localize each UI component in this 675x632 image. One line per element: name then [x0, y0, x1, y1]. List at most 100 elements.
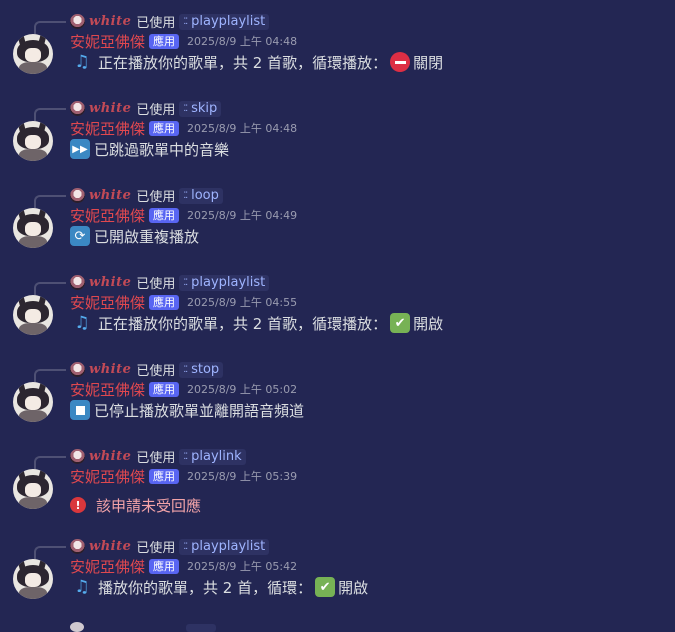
avatar[interactable] — [13, 559, 53, 599]
message-header: 安妮亞佛傑 應用 2025/8/9 上午 04:48 — [70, 31, 297, 51]
timestamp[interactable]: 2025/8/9 上午 04:49 — [187, 207, 297, 223]
reply-avatar[interactable] — [70, 101, 85, 116]
timestamp[interactable]: 2025/8/9 上午 04:55 — [187, 294, 297, 310]
reply-header[interactable]: white 已使用 ⁚⁚ skip — [70, 100, 222, 118]
timestamp[interactable]: 2025/8/9 上午 05:42 — [187, 558, 297, 574]
message-item[interactable]: white 已使用 ⁚⁚ loop 安妮亞佛傑 應用 2025/8/9 上午 04… — [0, 187, 675, 267]
slash-command[interactable]: ⁚⁚ playplaylist — [179, 274, 270, 291]
avatar[interactable] — [13, 121, 53, 161]
command-icon: ⁚⁚ — [183, 541, 188, 552]
no-entry-icon — [390, 52, 411, 72]
slash-command[interactable]: ⁚⁚ playplaylist — [179, 13, 270, 30]
slash-command[interactable]: ⁚⁚ loop — [179, 187, 223, 204]
timestamp[interactable]: 2025/8/9 上午 04:48 — [187, 33, 297, 49]
musical-notes-icon: ♫ — [74, 52, 90, 72]
app-badge: 應用 — [149, 381, 180, 397]
command-icon: ⁚⁚ — [183, 103, 188, 114]
reply-username[interactable]: white — [89, 275, 131, 290]
reply-username[interactable]: white — [89, 539, 131, 554]
app-badge: 應用 — [149, 207, 180, 223]
reply-username[interactable]: white — [89, 101, 131, 116]
message-item[interactable]: white 已使用 ⁚⁚ playplaylist 安妮亞佛傑 應用 2025/8… — [0, 13, 675, 93]
message-header: 安妮亞佛傑 應用 2025/8/9 上午 04:48 — [70, 118, 297, 138]
reply-header[interactable]: white 已使用 ⁚⁚ playplaylist — [70, 274, 270, 292]
reply-header[interactable]: white 已使用 ⁚⁚ playplaylist — [70, 13, 270, 31]
message-text: 已跳過歌單中的音樂 — [94, 140, 230, 159]
check-mark-icon: ✔ — [390, 313, 411, 333]
message-item[interactable]: white 已使用 ⁚⁚ playplaylist 安妮亞佛傑 應用 2025/8… — [0, 538, 675, 618]
reply-header[interactable]: white 已使用 ⁚⁚ playplaylist — [70, 538, 270, 556]
message-text: 正在播放你的歌單，共 2 首歌，循環播放： — [98, 314, 388, 333]
reply-avatar[interactable] — [70, 362, 85, 377]
avatar[interactable] — [13, 382, 53, 422]
command-icon: ⁚⁚ — [183, 364, 188, 375]
message-header: 安妮亞佛傑 應用 2025/8/9 上午 05:02 — [70, 379, 297, 399]
repeat-icon: ⟳ — [70, 226, 90, 246]
slash-command[interactable]: ⁚⁚ stop — [179, 361, 224, 378]
reply-avatar[interactable] — [70, 14, 85, 29]
author-name[interactable]: 安妮亞佛傑 — [70, 118, 145, 139]
message-item[interactable]: white 已使用 ⁚⁚ stop 安妮亞佛傑 應用 2025/8/9 上午 05… — [0, 361, 675, 441]
message-content: ♫ 正在播放你的歌單，共 2 首歌，循環播放： 關閉 — [70, 51, 443, 73]
author-name[interactable]: 安妮亞佛傑 — [70, 292, 145, 313]
reply-avatar[interactable] — [70, 539, 85, 554]
avatar[interactable] — [13, 34, 53, 74]
reply-used-label: 已使用 — [136, 103, 176, 118]
avatar[interactable] — [13, 208, 53, 248]
avatar[interactable] — [13, 295, 53, 335]
timestamp[interactable]: 2025/8/9 上午 05:39 — [187, 468, 297, 484]
timestamp[interactable]: 2025/8/9 上午 04:48 — [187, 120, 297, 136]
reply-connector — [34, 546, 66, 560]
timestamp[interactable]: 2025/8/9 上午 05:02 — [187, 381, 297, 397]
message-header: 安妮亞佛傑 應用 2025/8/9 上午 04:49 — [70, 205, 297, 225]
reply-connector — [34, 108, 66, 122]
avatar[interactable] — [13, 469, 53, 509]
slash-command[interactable]: ⁚⁚ playlink — [179, 448, 246, 465]
author-name[interactable]: 安妮亞佛傑 — [70, 379, 145, 400]
message-content: ▶▶ 已跳過歌單中的音樂 — [70, 138, 229, 160]
reply-avatar[interactable] — [70, 449, 85, 464]
author-name[interactable]: 安妮亞佛傑 — [70, 556, 145, 577]
reply-avatar[interactable] — [70, 188, 85, 203]
check-mark-icon: ✔ — [315, 577, 336, 597]
slash-command[interactable]: ⁚⁚ playplaylist — [179, 538, 270, 555]
reply-username[interactable]: white — [89, 362, 131, 377]
reply-avatar[interactable] — [70, 275, 85, 290]
app-badge: 應用 — [149, 558, 180, 574]
command-name: stop — [191, 362, 220, 377]
reply-header[interactable]: white 已使用 ⁚⁚ loop — [70, 187, 223, 205]
reply-header[interactable]: white 已使用 ⁚⁚ playlink — [70, 448, 246, 466]
command-icon: ⁚⁚ — [183, 16, 188, 27]
message-item[interactable]: white 已使用 ⁚⁚ playplaylist 安妮亞佛傑 應用 2025/8… — [0, 274, 675, 354]
reply-connector — [34, 21, 66, 35]
author-name[interactable]: 安妮亞佛傑 — [70, 31, 145, 52]
message-content: ♫ 播放你的歌單，共 2 首，循環： ✔ 開啟 — [70, 576, 368, 598]
message-item[interactable]: white 已使用 ⁚⁚ playlink 安妮亞佛傑 應用 2025/8/9 上… — [0, 448, 675, 528]
command-name: playplaylist — [191, 275, 266, 290]
reply-username[interactable]: white — [89, 14, 131, 29]
command-icon: ⁚⁚ — [183, 277, 188, 288]
message-text: 已停止播放歌單並離開語音頻道 — [94, 401, 305, 420]
musical-notes-icon: ♫ — [74, 313, 90, 333]
slash-command[interactable]: ⁚⁚ skip — [179, 100, 222, 117]
author-name[interactable]: 安妮亞佛傑 — [70, 466, 145, 487]
next-track-icon: ▶▶ — [70, 139, 90, 159]
next-message-command-peek — [186, 624, 216, 632]
reply-connector — [34, 195, 66, 209]
message-text: 已開啟重複播放 — [94, 227, 200, 246]
reply-header[interactable]: white 已使用 ⁚⁚ stop — [70, 361, 224, 379]
reply-username[interactable]: white — [89, 188, 131, 203]
reply-used-label: 已使用 — [136, 364, 176, 379]
next-message-avatar-peek — [70, 622, 84, 632]
message-item[interactable]: white 已使用 ⁚⁚ skip 安妮亞佛傑 應用 2025/8/9 上午 04… — [0, 100, 675, 180]
reply-used-label: 已使用 — [136, 16, 176, 31]
error-icon: ! — [70, 497, 86, 513]
author-name[interactable]: 安妮亞佛傑 — [70, 205, 145, 226]
reply-username[interactable]: white — [89, 449, 131, 464]
command-icon: ⁚⁚ — [183, 451, 188, 462]
loop-status: 開啟 — [338, 578, 369, 597]
command-name: playplaylist — [191, 539, 266, 554]
reply-used-label: 已使用 — [136, 541, 176, 556]
message-header: 安妮亞佛傑 應用 2025/8/9 上午 04:55 — [70, 292, 297, 312]
reply-used-label: 已使用 — [136, 190, 176, 205]
